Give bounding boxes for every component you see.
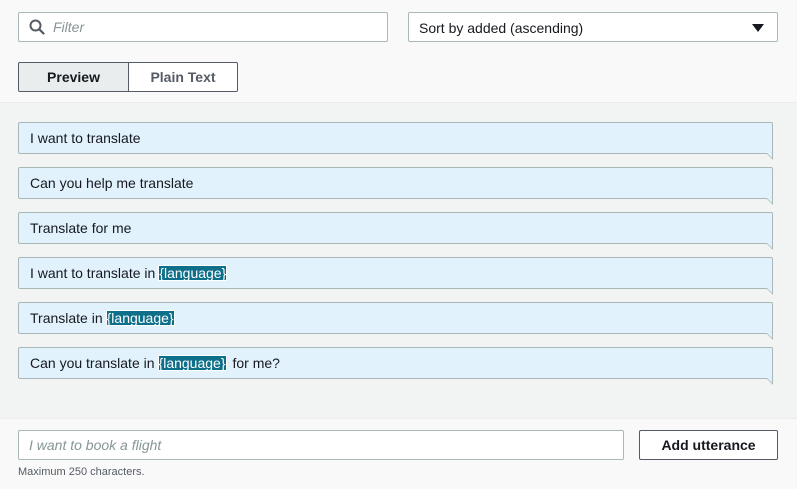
utterance-item[interactable]: Can you help me translate (18, 167, 773, 205)
utterance-field[interactable] (18, 430, 624, 460)
utterance-item[interactable]: Can you translate in {language} for me? (18, 347, 773, 385)
view-toggle: Preview Plain Text (18, 62, 238, 92)
filter-field[interactable] (18, 12, 388, 42)
utterance-text: I want to translate in (30, 265, 156, 281)
slot-chip[interactable]: {language} (157, 355, 227, 371)
utterance-item[interactable]: Translate for me (18, 212, 773, 250)
add-utterance-bar: Add utterance Maximum 250 characters. (0, 418, 797, 489)
search-icon (29, 19, 45, 35)
utterance-list: I want to translate Can you help me tran… (18, 122, 774, 392)
tab-preview[interactable]: Preview (18, 62, 129, 92)
slot-chip[interactable]: {language} (105, 310, 175, 326)
utterance-input[interactable] (19, 431, 623, 459)
utterance-text: Translate for me (30, 220, 132, 236)
utterance-text: Can you help me translate (30, 175, 194, 191)
utterance-item[interactable]: I want to translate in {language} (18, 257, 773, 295)
toolbar: Sort by added (ascending) Preview Plain … (0, 0, 797, 103)
utterance-text: Can you translate in (30, 355, 155, 371)
utterance-text-after: for me? (232, 355, 280, 371)
sort-select-value: Sort by added (ascending) (419, 20, 584, 36)
sort-select[interactable]: Sort by added (ascending) (408, 12, 778, 42)
filter-input[interactable] (53, 13, 373, 41)
slot-chip[interactable]: {language} (158, 265, 228, 281)
utterance-item[interactable]: I want to translate (18, 122, 773, 160)
character-limit-hint: Maximum 250 characters. (18, 466, 145, 478)
utterance-text: I want to translate (30, 130, 141, 146)
tab-plain-text[interactable]: Plain Text (129, 62, 238, 92)
utterance-item[interactable]: Translate in {language} (18, 302, 773, 340)
utterance-text: Translate in (30, 310, 103, 326)
add-utterance-button[interactable]: Add utterance (639, 430, 778, 460)
caret-down-icon (752, 24, 764, 32)
